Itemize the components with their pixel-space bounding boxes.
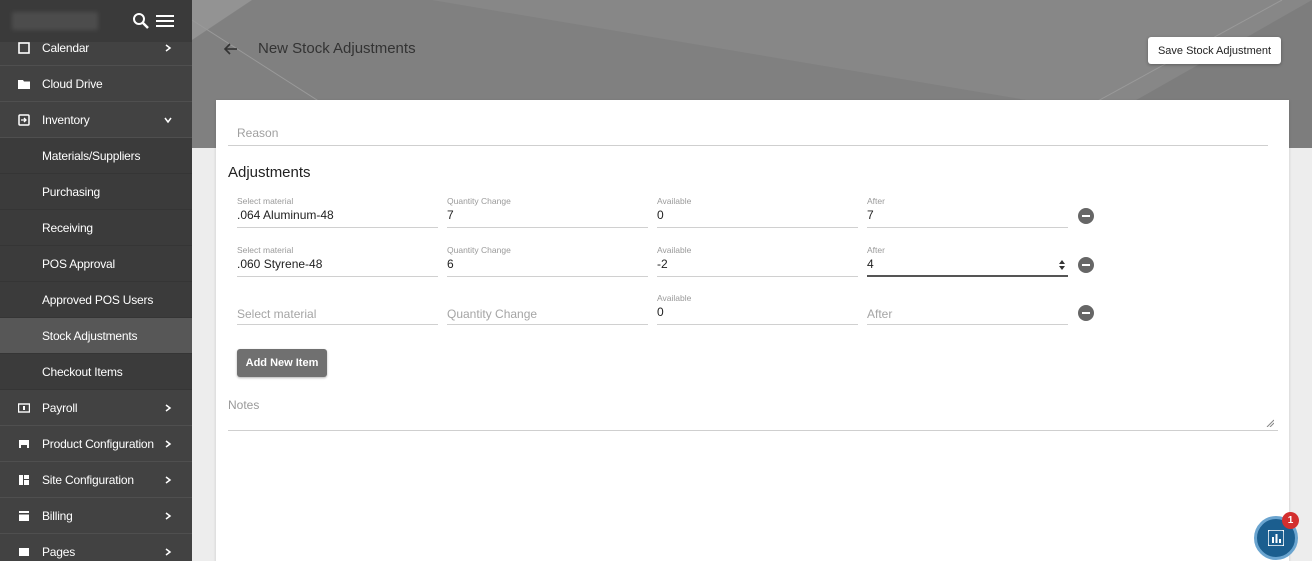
- save-stock-adjustment-button[interactable]: Save Stock Adjustment: [1148, 37, 1281, 64]
- material-select[interactable]: Select material: [237, 293, 438, 325]
- field-placeholder: After: [867, 307, 893, 321]
- field-label: Select material: [237, 196, 294, 206]
- sidebar-item-label: Product Configuration: [42, 436, 154, 451]
- reason-input[interactable]: Reason: [228, 126, 1268, 146]
- sidebar-item-approved-pos-users[interactable]: Approved POS Users: [0, 282, 192, 318]
- sidebar-item-label: Cloud Drive: [42, 76, 103, 91]
- notes-placeholder: Notes: [228, 398, 260, 412]
- quantity-change-input[interactable]: Quantity Change: [447, 293, 648, 325]
- available-field: Available -2: [657, 245, 858, 277]
- resize-handle-icon[interactable]: [1266, 419, 1274, 427]
- chevron-right-icon: [165, 547, 172, 556]
- sidebar-item-pos-approval[interactable]: POS Approval: [0, 246, 192, 282]
- sidebar-item-billing[interactable]: Billing: [0, 498, 192, 534]
- folder-icon: [18, 79, 30, 89]
- calendar-icon: [18, 41, 30, 54]
- field-value: 7: [867, 208, 874, 222]
- sidebar-item-materials-suppliers[interactable]: Materials/Suppliers: [0, 138, 192, 174]
- sidebar-item-stock-adjustments[interactable]: Stock Adjustments: [0, 318, 192, 354]
- sidebar-item-cloud-drive[interactable]: Cloud Drive: [0, 66, 192, 102]
- payroll-icon: [18, 402, 30, 413]
- field-value: 0: [657, 208, 664, 222]
- remove-row-icon[interactable]: [1078, 257, 1094, 273]
- sidebar-item-calendar[interactable]: Calendar: [0, 30, 192, 66]
- sidebar-item-label: Checkout Items: [42, 364, 123, 379]
- sidebar-item-label: Calendar: [42, 40, 90, 55]
- field-value: 6: [447, 257, 454, 271]
- sidebar-item-site-configuration[interactable]: Site Configuration: [0, 462, 192, 498]
- notification-badge: 1: [1282, 512, 1299, 529]
- sidebar: Calendar Cloud Drive Inventory Materials…: [0, 0, 192, 561]
- page-title: New Stock Adjustments: [258, 40, 416, 57]
- field-label: After: [867, 196, 885, 206]
- material-select[interactable]: Select material .064 Aluminum-48: [237, 196, 438, 228]
- sidebar-item-label: Site Configuration: [42, 472, 134, 487]
- chevron-down-icon: [164, 117, 172, 123]
- field-placeholder: Quantity Change: [447, 307, 538, 321]
- sidebar-item-label: Stock Adjustments: [42, 328, 138, 343]
- available-field: Available 0: [657, 196, 858, 228]
- adjustments-heading: Adjustments: [228, 164, 311, 181]
- sidebar-item-receiving[interactable]: Receiving: [0, 210, 192, 246]
- chevron-right-icon: [165, 439, 172, 448]
- field-value: 0: [657, 305, 664, 319]
- sidebar-item-label: Payroll: [42, 400, 78, 415]
- add-new-item-button[interactable]: Add New Item: [237, 349, 327, 377]
- remove-row-icon[interactable]: [1078, 208, 1094, 224]
- quantity-change-input[interactable]: Quantity Change 6: [447, 245, 648, 277]
- adjustment-form-card: Reason Adjustments Select material .064 …: [216, 100, 1289, 561]
- logo: [12, 12, 98, 30]
- material-select[interactable]: Select material .060 Styrene-48: [237, 245, 438, 277]
- sidebar-item-label: Inventory: [42, 112, 90, 127]
- quantity-change-input[interactable]: Quantity Change 7: [447, 196, 648, 228]
- sidebar-item-inventory[interactable]: Inventory: [0, 102, 192, 138]
- after-input[interactable]: After 4: [867, 245, 1068, 277]
- sidebar-item-label: Billing: [42, 508, 73, 523]
- field-label: Available: [657, 196, 692, 206]
- number-spinner-icon[interactable]: [1059, 260, 1065, 270]
- field-label: Quantity Change: [447, 245, 511, 255]
- billing-icon: [19, 510, 29, 521]
- available-field: Available 0: [657, 293, 858, 325]
- remove-row-icon[interactable]: [1078, 305, 1094, 321]
- bar-chart-icon: [1268, 530, 1284, 546]
- chevron-right-icon: [165, 475, 172, 484]
- sidebar-item-label: Receiving: [42, 220, 93, 235]
- sidebar-item-label: POS Approval: [42, 256, 115, 271]
- field-label: Available: [657, 293, 692, 303]
- pages-icon: [19, 547, 29, 556]
- search-icon[interactable]: [132, 12, 150, 30]
- sidebar-item-payroll[interactable]: Payroll: [0, 390, 192, 426]
- field-label: Select material: [237, 245, 294, 255]
- field-value: 7: [447, 208, 454, 222]
- after-input[interactable]: After: [867, 293, 1068, 325]
- sidebar-item-purchasing[interactable]: Purchasing: [0, 174, 192, 210]
- field-label: Quantity Change: [447, 196, 511, 206]
- sidebar-item-label: Approved POS Users: [42, 292, 154, 307]
- inventory-icon: [18, 113, 30, 126]
- sidebar-item-label: Purchasing: [42, 184, 101, 199]
- product-config-icon: [19, 439, 29, 448]
- field-value: -2: [657, 257, 668, 271]
- after-input[interactable]: After 7: [867, 196, 1068, 228]
- field-label: Available: [657, 245, 692, 255]
- field-label: After: [867, 245, 885, 255]
- field-value: 4: [867, 257, 874, 271]
- back-arrow-icon[interactable]: [223, 41, 239, 57]
- site-config-icon: [19, 474, 29, 485]
- notes-textarea[interactable]: Notes: [228, 398, 1278, 431]
- sidebar-item-product-configuration[interactable]: Product Configuration: [0, 426, 192, 462]
- chevron-right-icon: [165, 511, 172, 520]
- sidebar-item-label: Pages: [42, 544, 76, 559]
- menu-icon[interactable]: [156, 13, 174, 29]
- chevron-right-icon: [165, 403, 172, 412]
- chevron-right-icon: [165, 43, 172, 52]
- sidebar-item-pages[interactable]: Pages: [0, 534, 192, 561]
- field-placeholder: Select material: [237, 307, 317, 321]
- field-value: .064 Aluminum-48: [237, 208, 334, 222]
- sidebar-item-checkout-items[interactable]: Checkout Items: [0, 354, 192, 390]
- sidebar-item-label: Materials/Suppliers: [42, 148, 141, 163]
- field-value: .060 Styrene-48: [237, 257, 323, 271]
